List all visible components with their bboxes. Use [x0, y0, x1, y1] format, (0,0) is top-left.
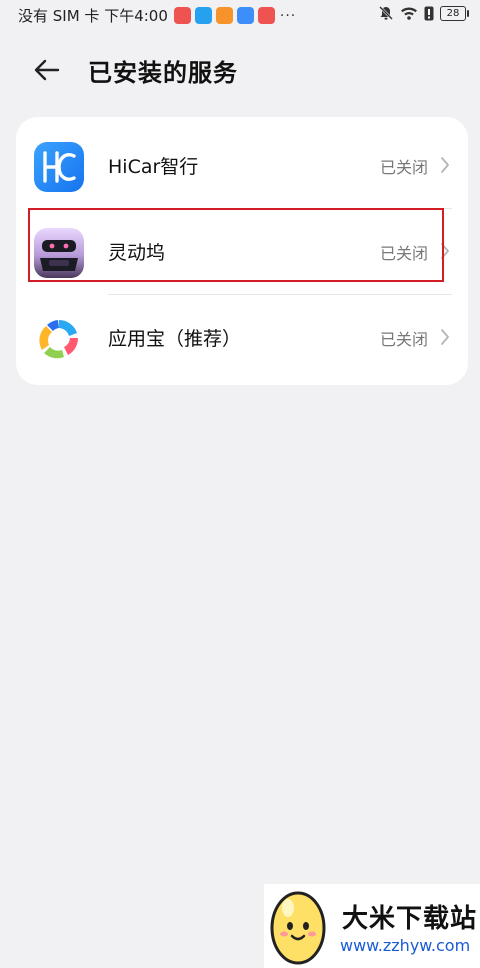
- watermark-title: 大米下载站: [342, 904, 478, 934]
- highlight-box: [28, 208, 444, 282]
- notification-app-icon: [215, 7, 233, 24]
- notification-icons: [173, 7, 275, 24]
- service-name: HiCar智行: [108, 156, 199, 178]
- mute-bell-icon: [379, 6, 393, 20]
- service-status: 已关闭: [379, 158, 428, 177]
- wifi-icon: [401, 7, 417, 20]
- service-name: 应用宝（推荐）: [108, 328, 242, 350]
- back-button[interactable]: [30, 53, 64, 87]
- page-title: 已安装的服务: [88, 59, 238, 87]
- arrow-left-icon: [34, 59, 60, 81]
- status-left: 没有 SIM 卡 下午4:00 ···: [18, 5, 296, 26]
- notification-app-icon: [257, 7, 275, 24]
- battery-icon: 28: [440, 5, 469, 21]
- notification-app-icon: [236, 7, 254, 24]
- watermark: 大米下载站 www.zzhyw.com: [264, 884, 480, 968]
- notification-app-icon: [173, 7, 191, 24]
- chevron-right-icon: [441, 157, 449, 173]
- alert-icon: [424, 6, 434, 20]
- notification-app-icon: [194, 7, 212, 24]
- service-status: 已关闭: [379, 330, 428, 349]
- chevron-right-icon: [441, 329, 449, 345]
- service-item-hicar[interactable]: HiCar智行 已关闭: [16, 122, 468, 208]
- watermark-url: www.zzhyw.com: [340, 936, 471, 955]
- page-header: 已安装的服务: [0, 45, 480, 95]
- rice-mascot-icon: [270, 891, 326, 965]
- status-bar: 没有 SIM 卡 下午4:00 ··· 28: [0, 0, 480, 30]
- status-right: 28: [378, 5, 469, 21]
- hicar-icon: [34, 142, 84, 192]
- service-item-yingyongbao[interactable]: 应用宝（推荐） 已关闭: [16, 294, 468, 380]
- more-notifications-icon: ···: [279, 7, 297, 24]
- yingyongbao-icon: [34, 314, 84, 364]
- carrier-time: 没有 SIM 卡 下午4:00: [18, 7, 168, 25]
